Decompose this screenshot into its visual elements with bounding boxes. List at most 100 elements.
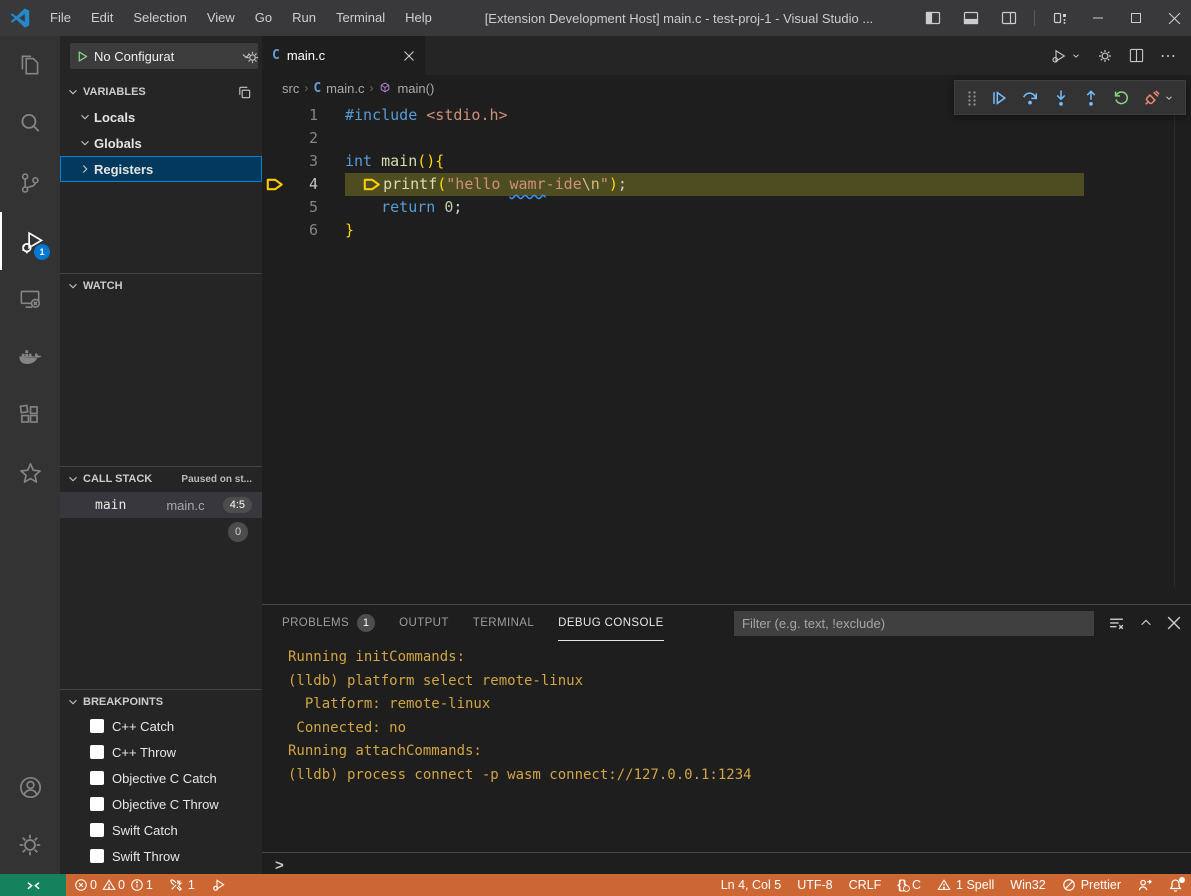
- code-line-5[interactable]: 5 return 0;: [262, 196, 1191, 219]
- cursor-position[interactable]: Ln 4, Col 5: [713, 874, 789, 896]
- start-debug-icon[interactable]: [76, 50, 89, 63]
- call-stack-frame-row[interactable]: main main.c 4:5: [60, 492, 262, 518]
- gear-icon[interactable]: [1097, 48, 1113, 64]
- gutter[interactable]: 2: [262, 127, 318, 150]
- debug-console-filter[interactable]: [734, 611, 1094, 636]
- gutter[interactable]: 4: [262, 173, 318, 196]
- toolbar-grip-icon[interactable]: [966, 90, 978, 106]
- tools-status[interactable]: 1: [161, 874, 203, 896]
- breakpoint-margin[interactable]: [262, 219, 288, 242]
- menu-file[interactable]: File: [40, 0, 81, 36]
- close-panel-icon[interactable]: [1167, 616, 1181, 630]
- panel-tab-terminal[interactable]: TERMINAL: [473, 606, 534, 641]
- panel-tab-output[interactable]: OUTPUT: [399, 606, 449, 641]
- code-line-4[interactable]: 4 printf("hello wamr-ide\n");: [262, 173, 1191, 196]
- layout-customize-icon[interactable]: [1043, 0, 1077, 36]
- checkbox[interactable]: [90, 797, 104, 811]
- language-mode[interactable]: {​} C: [889, 874, 929, 896]
- code-editor[interactable]: 1#include <stdio.h>23int main(){4 printf…: [262, 101, 1191, 604]
- variables-scope-globals[interactable]: Globals: [60, 130, 262, 156]
- variables-scope-locals[interactable]: Locals: [60, 104, 262, 130]
- explorer-icon[interactable]: [0, 36, 60, 94]
- step-into-icon[interactable]: [1051, 88, 1071, 108]
- menu-terminal[interactable]: Terminal: [326, 0, 395, 36]
- breakpoint-row[interactable]: Swift Throw: [60, 843, 262, 869]
- menu-run[interactable]: Run: [282, 0, 326, 36]
- gutter[interactable]: 3: [262, 150, 318, 173]
- spell-checker-status[interactable]: 1 Spell: [929, 874, 1002, 896]
- variables-scope-registers[interactable]: Registers: [60, 156, 262, 182]
- tab-main-c[interactable]: C main.c: [262, 36, 425, 75]
- formatter-status[interactable]: Prettier: [1054, 874, 1129, 896]
- gutter[interactable]: 5: [262, 196, 318, 219]
- panel-tab-debug-console[interactable]: DEBUG CONSOLE: [558, 605, 664, 641]
- configure-launch-gear-icon[interactable]: [245, 50, 260, 65]
- remote-explorer-icon[interactable]: [0, 270, 60, 328]
- menu-go[interactable]: Go: [245, 0, 282, 36]
- breadcrumb-file[interactable]: main.c: [326, 81, 364, 96]
- variables-section-header[interactable]: VARIABLES: [60, 80, 262, 104]
- code-line-2[interactable]: 2: [262, 127, 1191, 150]
- breadcrumb-symbol[interactable]: main(): [397, 81, 434, 96]
- menu-help[interactable]: Help: [395, 0, 442, 36]
- copy-icon[interactable]: [237, 85, 262, 100]
- close-window-icon[interactable]: [1157, 0, 1191, 36]
- breadcrumb-folder[interactable]: src: [282, 81, 299, 96]
- layout-panel-icon[interactable]: [954, 0, 988, 36]
- continue-icon[interactable]: [989, 88, 1009, 108]
- checkbox[interactable]: [90, 771, 104, 785]
- current-line-arrow-icon[interactable]: [262, 173, 288, 196]
- split-editor-icon[interactable]: [1129, 48, 1144, 63]
- debug-config-dropdown[interactable]: No Configurat: [70, 43, 258, 69]
- problems-status[interactable]: 0 0 1: [66, 874, 161, 896]
- settings-gear-icon[interactable]: [0, 816, 60, 874]
- breakpoint-row[interactable]: Objective C Catch: [60, 765, 262, 791]
- breakpoints-section-header[interactable]: BREAKPOINTS: [60, 689, 262, 714]
- run-and-debug-icon[interactable]: 1: [0, 212, 62, 270]
- run-or-debug-icon[interactable]: [1050, 47, 1081, 65]
- docker-icon[interactable]: [0, 328, 60, 386]
- breakpoint-margin[interactable]: [262, 104, 288, 127]
- gutter[interactable]: 6: [262, 219, 318, 242]
- step-over-icon[interactable]: [1020, 88, 1040, 108]
- checkbox[interactable]: [90, 719, 104, 733]
- extensions-icon[interactable]: [0, 386, 60, 444]
- menu-view[interactable]: View: [197, 0, 245, 36]
- checkbox[interactable]: [90, 823, 104, 837]
- star-icon[interactable]: [0, 444, 60, 502]
- layout-sidebar-right-icon[interactable]: [992, 0, 1026, 36]
- menu-selection[interactable]: Selection: [123, 0, 196, 36]
- code-line-6[interactable]: 6}: [262, 219, 1191, 242]
- debug-status-icon[interactable]: [203, 874, 235, 896]
- gutter[interactable]: 1: [262, 104, 318, 127]
- step-out-icon[interactable]: [1081, 88, 1101, 108]
- feedback-icon[interactable]: [1129, 874, 1160, 896]
- checkbox[interactable]: [90, 849, 104, 863]
- menu-edit[interactable]: Edit: [81, 0, 123, 36]
- minimize-icon[interactable]: [1081, 0, 1115, 36]
- breakpoint-row[interactable]: C++ Catch: [60, 713, 262, 739]
- remote-indicator[interactable]: [0, 874, 66, 896]
- maximize-panel-icon[interactable]: [1139, 616, 1153, 630]
- breakpoint-margin[interactable]: [262, 127, 288, 150]
- close-tab-icon[interactable]: [403, 50, 415, 62]
- watch-section-header[interactable]: WATCH: [60, 273, 262, 298]
- breakpoint-row[interactable]: Objective C Throw: [60, 791, 262, 817]
- disconnect-icon[interactable]: [1142, 88, 1174, 108]
- breakpoint-margin[interactable]: [262, 196, 288, 219]
- breakpoint-row[interactable]: Swift Catch: [60, 817, 262, 843]
- layout-sidebar-icon[interactable]: [916, 0, 950, 36]
- eol-indicator[interactable]: CRLF: [841, 874, 890, 896]
- code-line-3[interactable]: 3int main(){: [262, 150, 1191, 173]
- breakpoint-row[interactable]: C++ Throw: [60, 739, 262, 765]
- breakpoint-margin[interactable]: [262, 150, 288, 173]
- call-stack-section-header[interactable]: CALL STACK Paused on st...: [60, 466, 262, 491]
- search-icon[interactable]: [0, 94, 60, 152]
- encoding-indicator[interactable]: UTF-8: [789, 874, 840, 896]
- filter-input[interactable]: [734, 616, 1094, 631]
- platform-indicator[interactable]: Win32: [1002, 874, 1053, 896]
- debug-console-output[interactable]: Running initCommands:(lldb) platform sel…: [262, 641, 1191, 852]
- account-icon[interactable]: [0, 758, 60, 816]
- restart-icon[interactable]: [1112, 88, 1131, 107]
- clear-console-icon[interactable]: [1108, 615, 1125, 632]
